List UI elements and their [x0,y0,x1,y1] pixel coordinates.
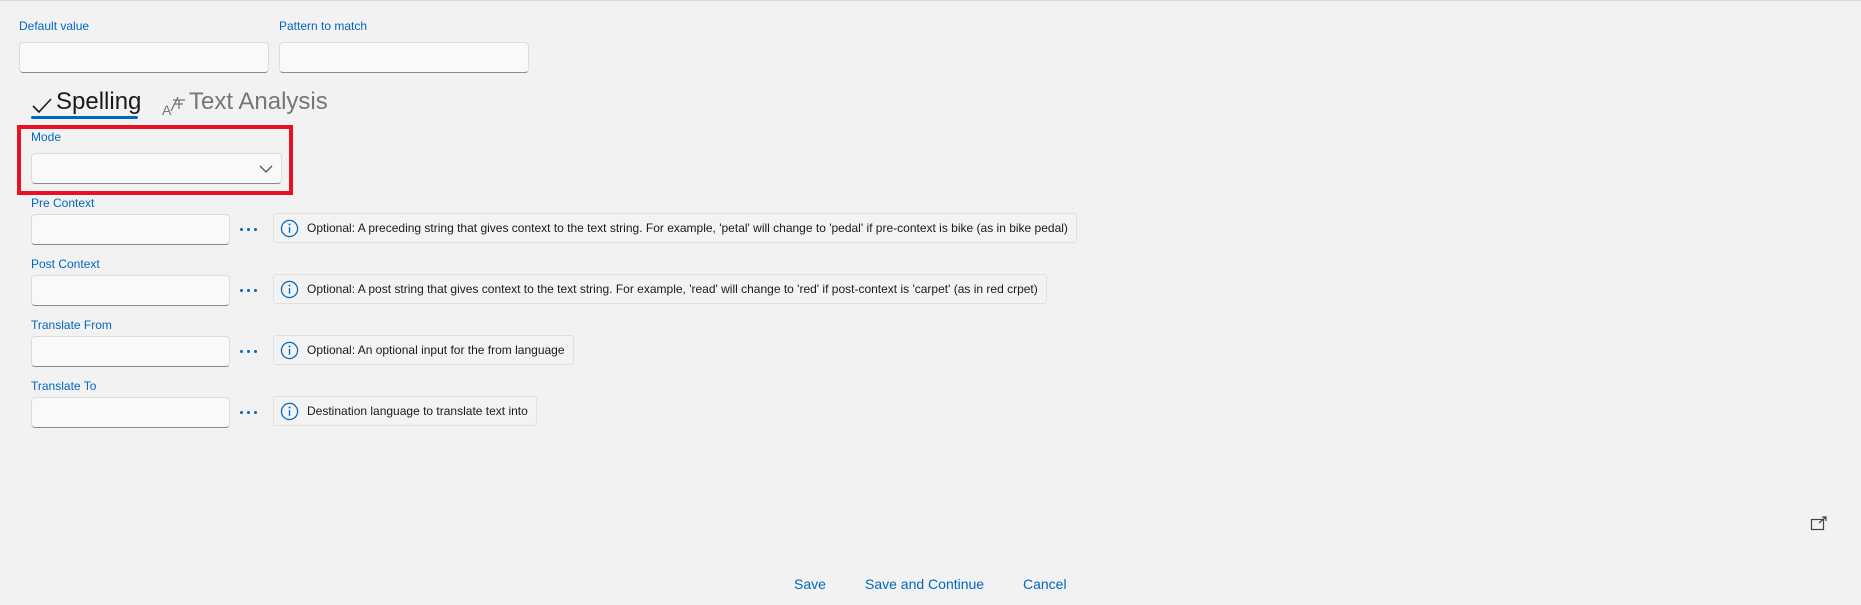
translate-to-info-text: Destination language to translate text i… [307,404,528,418]
translate-from-info-text: Optional: An optional input for the from… [307,343,565,357]
default-value-input[interactable] [19,42,269,73]
post-context-more-button[interactable] [236,279,260,301]
post-context-info: Optional: A post string that gives conte… [273,274,1047,304]
translate-from-input[interactable] [31,336,230,367]
mode-label: Mode [31,130,62,144]
mode-dropdown[interactable] [31,153,282,184]
translate-to-info: Destination language to translate text i… [273,396,537,426]
pop-out-icon[interactable] [1810,516,1828,532]
pre-context-input[interactable] [31,214,230,245]
chevron-down-icon [259,165,273,173]
translate-from-label: Translate From [31,318,112,332]
active-tab-indicator [31,116,138,119]
translate-to-more-button[interactable] [236,401,260,423]
info-icon [280,341,299,359]
pre-context-label: Pre Context [31,196,95,210]
tab-spelling-label: Spelling [56,88,142,115]
checkmark-icon [32,98,52,114]
tab-text-analysis[interactable]: A Text Analysis [161,86,328,118]
post-context-info-text: Optional: A post string that gives conte… [307,282,1038,296]
pre-context-more-button[interactable] [236,218,260,240]
tab-text-analysis-label: Text Analysis [189,88,328,115]
pattern-to-match-label: Pattern to match [279,19,368,33]
post-context-label: Post Context [31,257,100,271]
post-context-input[interactable] [31,275,230,306]
tab-spelling[interactable]: Spelling [31,86,141,118]
save-and-continue-button[interactable]: Save and Continue [865,576,984,592]
pattern-to-match-input[interactable] [279,42,529,73]
pre-context-info-text: Optional: A preceding string that gives … [307,221,1068,235]
translate-to-label: Translate To [31,379,97,393]
default-value-label: Default value [19,19,90,33]
translate-from-info: Optional: An optional input for the from… [273,335,574,365]
svg-text:A: A [162,102,172,117]
text-analysis-icon: A [162,96,185,117]
translate-from-more-button[interactable] [236,340,260,362]
info-icon [280,219,299,237]
cancel-button[interactable]: Cancel [1023,576,1067,592]
pre-context-info: Optional: A preceding string that gives … [273,213,1077,243]
save-button[interactable]: Save [794,576,826,592]
info-icon [280,402,299,420]
info-icon [280,280,299,298]
top-divider [0,0,1861,1]
translate-to-input[interactable] [31,397,230,428]
